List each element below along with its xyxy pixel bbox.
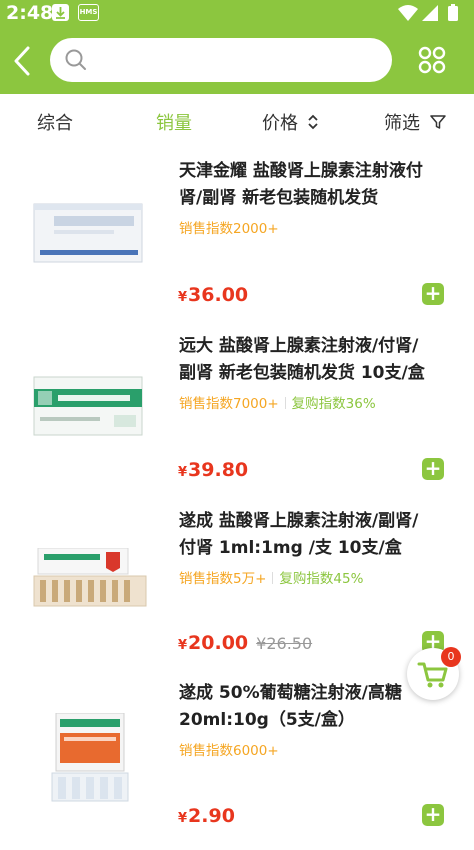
signal-icon: [422, 5, 438, 21]
search-input[interactable]: [96, 46, 376, 74]
product-item[interactable]: 远大 盐酸肾上腺素注射液/付肾/ 副肾 新老包装随机发货 10支/盒 销售指数7…: [0, 325, 474, 500]
status-icons: [396, 3, 464, 27]
hms-icon: HMS: [78, 4, 99, 21]
product-price: ¥39.80: [178, 459, 249, 481]
divider: [272, 572, 274, 584]
product-metrics: 销售指数6000+: [179, 739, 279, 759]
sort-updown-icon: [308, 114, 318, 130]
product-item[interactable]: 遂成 盐酸肾上腺素注射液/副肾/ 付肾 1ml:1mg /支 10支/盒 销售指…: [0, 500, 474, 675]
product-price: ¥20.00 ¥26.50: [178, 632, 313, 654]
repurchase-index: 复购指数36%: [291, 396, 376, 412]
search-box[interactable]: [50, 38, 392, 82]
product-image: [30, 712, 148, 803]
product-price: ¥2.90: [178, 805, 235, 827]
download-icon: [52, 4, 69, 21]
sales-index: 销售指数7000+: [179, 396, 279, 412]
product-item[interactable]: 天津金耀 盐酸肾上腺素注射液付 肾/副肾 新老包装随机发货 销售指数2000+ …: [0, 150, 474, 325]
product-title: 天津金耀 盐酸肾上腺素注射液付 肾/副肾 新老包装随机发货: [179, 161, 423, 208]
product-image: [30, 202, 148, 292]
add-to-cart-button[interactable]: +: [422, 283, 444, 305]
original-price: ¥26.50: [256, 634, 313, 653]
product-title: 远大 盐酸肾上腺素注射液/付肾/ 副肾 新老包装随机发货 10支/盒: [179, 336, 425, 383]
tab-filter[interactable]: 筛选: [384, 109, 447, 135]
product-metrics: 销售指数7000+ 复购指数36%: [179, 392, 376, 412]
status-bar: 2:48 HMS: [0, 0, 474, 26]
divider: [284, 397, 286, 409]
back-arrow-icon[interactable]: [8, 44, 38, 78]
product-item[interactable]: 遂成 50%葡萄糖注射液/高糖 20ml:10g（5支/盒） 销售指数6000+…: [0, 675, 474, 850]
grid-view-icon[interactable]: [418, 46, 446, 74]
status-time: 2:48: [6, 2, 54, 24]
sales-index: 销售指数2000+: [179, 221, 279, 237]
search-icon: [64, 48, 88, 76]
tab-price[interactable]: 价格: [262, 109, 319, 135]
product-image: [30, 547, 148, 638]
tab-price-label: 价格: [262, 113, 298, 134]
repurchase-index: 复购指数45%: [279, 571, 364, 587]
sales-index: 销售指数6000+: [179, 743, 279, 759]
filter-icon: [429, 115, 446, 129]
product-metrics: 销售指数2000+: [179, 217, 279, 237]
product-title: 遂成 盐酸肾上腺素注射液/副肾/ 付肾 1ml:1mg /支 10支/盒: [179, 511, 419, 558]
add-to-cart-button[interactable]: +: [422, 458, 444, 480]
battery-icon: [448, 4, 458, 21]
wifi-icon: [398, 5, 418, 21]
add-to-cart-button[interactable]: +: [422, 804, 444, 826]
tab-comprehensive[interactable]: 综合: [37, 109, 73, 135]
cart-count-badge: 0: [441, 647, 461, 667]
product-image: [30, 375, 148, 465]
tab-filter-label: 筛选: [384, 113, 420, 134]
sort-bar: 综合 销量 价格 筛选: [0, 94, 474, 150]
top-header: 2:48 HMS: [0, 0, 474, 94]
tab-sales[interactable]: 销量: [156, 109, 192, 135]
sales-index: 销售指数5万+: [179, 571, 267, 587]
product-metrics: 销售指数5万+ 复购指数45%: [179, 567, 363, 587]
product-price: ¥36.00: [178, 284, 249, 306]
